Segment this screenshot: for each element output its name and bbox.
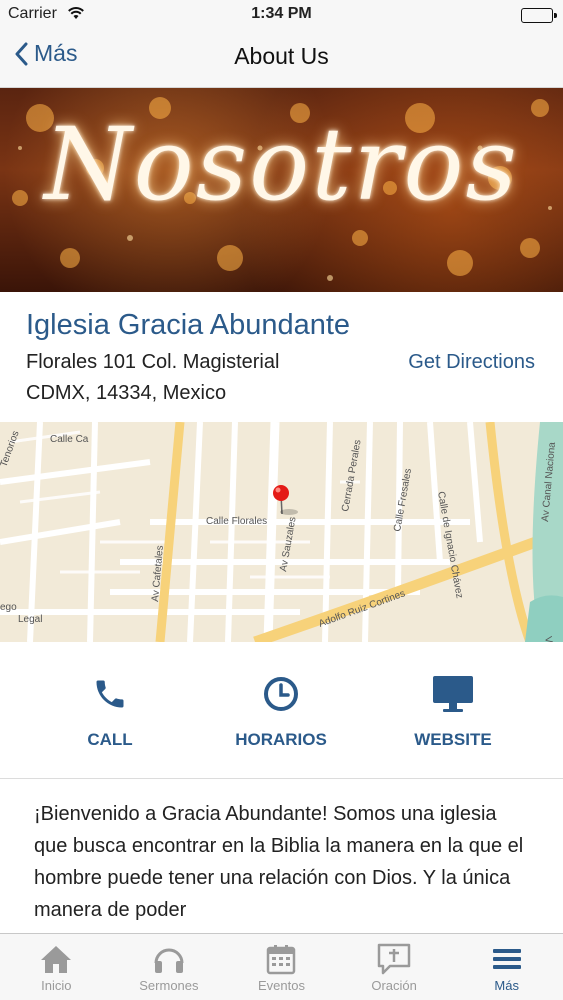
tab-label: Oración xyxy=(371,978,417,993)
calendar-icon xyxy=(225,934,338,978)
horarios-label: HORARIOS xyxy=(235,730,327,749)
horarios-button[interactable]: HORARIOS xyxy=(211,674,351,750)
tab-label: Eventos xyxy=(257,978,305,993)
navigation-bar: Más About Us xyxy=(0,30,563,88)
website-button[interactable]: WEBSITE xyxy=(383,674,523,750)
hero-banner: Nosotros xyxy=(0,88,563,292)
menu-icon xyxy=(450,934,563,978)
status-time: 1:34 PM xyxy=(251,5,312,22)
location-map[interactable]: Tenorios Calle Ca Av Cafetales Calle Flo… xyxy=(0,422,563,642)
tab-inicio[interactable]: Inicio xyxy=(0,934,113,1000)
address-line-2: CDMX, 14334, Mexico xyxy=(26,382,227,404)
tab-label: Inicio xyxy=(41,978,72,993)
action-bar: CALL HORARIOS WEBSITE xyxy=(0,642,563,779)
tab-oracion[interactable]: Oración xyxy=(338,934,451,1000)
prayer-bubble-icon xyxy=(338,934,451,978)
about-description: ¡Bienvenido a Gracia Abundante! Somos un… xyxy=(34,803,524,921)
tab-mas[interactable]: Más xyxy=(450,934,563,1000)
svg-text:Legal: Legal xyxy=(18,614,42,625)
map-pin-icon[interactable] xyxy=(270,484,300,516)
svg-text:ego: ego xyxy=(0,602,17,613)
svg-text:Calle Ca: Calle Ca xyxy=(50,434,89,445)
call-label: CALL xyxy=(87,730,133,749)
hero-title: Nosotros xyxy=(44,106,519,223)
monitor-icon xyxy=(383,674,523,714)
get-directions-link[interactable]: Get Directions xyxy=(408,351,535,374)
address-line-1: Florales 101 Col. Magisterial xyxy=(26,351,280,373)
tab-sermones[interactable]: Sermones xyxy=(113,934,226,1000)
website-label: WEBSITE xyxy=(414,730,492,749)
tab-bar: Inicio Sermones Eventos Oración Más xyxy=(0,933,563,1000)
status-bar: Carrier 1:34 PM xyxy=(0,0,563,30)
svg-text:Calle Florales: Calle Florales xyxy=(206,516,267,527)
call-button[interactable]: CALL xyxy=(40,674,180,750)
tab-label: Más xyxy=(494,978,519,993)
church-name: Iglesia Gracia Abundante xyxy=(26,309,351,341)
battery-icon xyxy=(521,8,557,23)
headphones-icon xyxy=(113,934,226,978)
tab-eventos[interactable]: Eventos xyxy=(225,934,338,1000)
tab-label: Sermones xyxy=(139,978,199,993)
phone-icon xyxy=(40,674,180,714)
home-icon xyxy=(0,934,113,978)
page-title: About Us xyxy=(234,43,329,69)
clock-icon xyxy=(211,674,351,714)
